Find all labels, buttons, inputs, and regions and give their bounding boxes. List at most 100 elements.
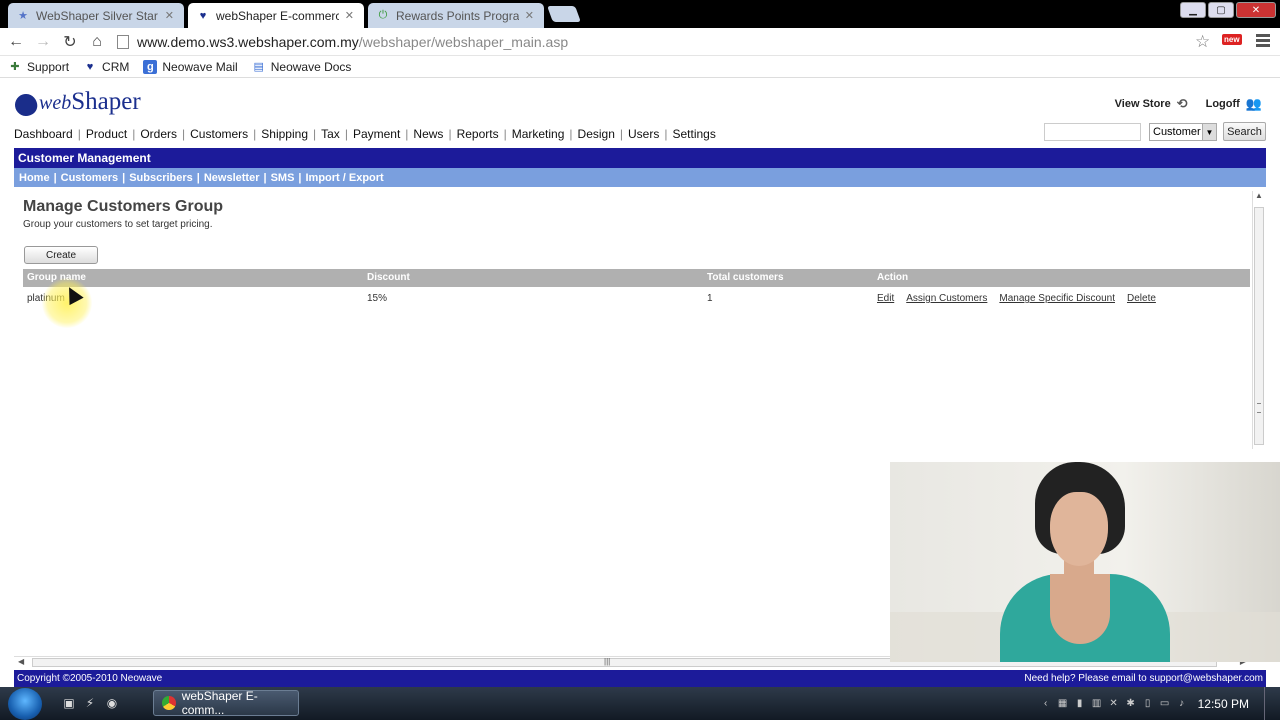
header-links: View Store ⟲ Logoff 👥 — [1115, 96, 1262, 112]
show-desktop-button[interactable] — [1264, 687, 1276, 720]
column-header-action: Action — [877, 272, 909, 283]
nav-users[interactable]: Users — [628, 127, 659, 141]
search-scope-select[interactable]: Customer ▼ — [1149, 123, 1217, 141]
tray-power-icon[interactable]: ▯ — [1141, 697, 1155, 711]
browser-toolbar: ← → ↻ ⌂ www.demo.ws3.webshaper.com.my/we… — [0, 28, 1280, 56]
bookmark-neowave-docs[interactable]: ▤ Neowave Docs — [252, 60, 352, 74]
tab-rewards-points[interactable]: ⏻ Rewards Points Program ✕ — [368, 3, 544, 28]
bookmark-support[interactable]: ✚ Support — [8, 60, 69, 74]
window-close-button[interactable]: ✕ — [1236, 2, 1276, 18]
tab-webshaper-ecommerce[interactable]: ♥ webShaper E-commerce ✕ — [188, 3, 364, 28]
view-store-link[interactable]: View Store — [1115, 98, 1171, 110]
bookmark-crm[interactable]: ♥ CRM — [83, 59, 130, 74]
browser-tab-strip: ★ WebShaper Silver Star Tem ✕ ♥ webShape… — [0, 0, 1280, 28]
tray-volume-icon[interactable]: ♪ — [1175, 697, 1189, 711]
cell-discount: 15% — [367, 293, 388, 304]
nav-marketing[interactable]: Marketing — [512, 127, 565, 141]
nav-payment[interactable]: Payment — [353, 127, 400, 141]
webshaper-icon: ♥ — [199, 9, 207, 22]
users-icon[interactable]: 👥 — [1246, 96, 1262, 112]
delete-link[interactable]: Delete — [1127, 293, 1156, 304]
nav-design[interactable]: Design — [578, 127, 615, 141]
tray-update-icon[interactable]: ✱ — [1124, 697, 1138, 711]
close-icon[interactable]: ✕ — [165, 9, 174, 22]
column-header-total-customers: Total customers — [707, 272, 784, 283]
table-row: platinum 15% 1 Edit Assign Customers Man… — [23, 290, 1250, 308]
nav-orders[interactable]: Orders — [140, 127, 177, 141]
vertical-scrollbar[interactable]: ▲ — [1252, 191, 1264, 449]
star-icon: ★ — [18, 10, 28, 22]
subnav-subscribers[interactable]: Subscribers — [129, 172, 193, 184]
tray-battery-icon[interactable]: ▮ — [1073, 697, 1087, 711]
home-button[interactable]: ⌂ — [87, 32, 107, 52]
nav-product[interactable]: Product — [86, 127, 127, 141]
manage-specific-discount-link[interactable]: Manage Specific Discount — [999, 293, 1115, 304]
nav-customers[interactable]: Customers — [190, 127, 248, 141]
cursor-highlight — [42, 278, 92, 328]
edit-link[interactable]: Edit — [877, 293, 894, 304]
tab-silver-star[interactable]: ★ WebShaper Silver Star Tem ✕ — [8, 3, 184, 28]
windows-taskbar: ▣ ⚡ ◉ webShaper E-comm... ‹ ▦ ▮ ▥ ✕ ✱ ▯ … — [0, 687, 1280, 720]
nav-tax[interactable]: Tax — [321, 127, 340, 141]
taskbar-clock[interactable]: 12:50 PM — [1198, 697, 1249, 711]
start-button[interactable] — [8, 688, 42, 720]
back-button[interactable]: ← — [6, 32, 26, 52]
tray-tools-icon[interactable]: ✕ — [1107, 697, 1121, 711]
reload-button[interactable]: ↻ — [60, 32, 80, 52]
taskbar-window-webshaper[interactable]: webShaper E-comm... — [153, 689, 299, 717]
tab-label: Rewards Points Program — [396, 8, 519, 23]
tray-expand-icon[interactable]: ‹ — [1039, 697, 1053, 711]
bookmark-neowave-mail[interactable]: g Neowave Mail — [143, 59, 238, 74]
page-footer: Copyright ©2005-2010 Neowave Need help? … — [14, 670, 1266, 687]
quicklaunch-icon[interactable]: ⚡ — [82, 695, 98, 711]
forward-button[interactable]: → — [33, 32, 53, 52]
search-button[interactable]: Search — [1223, 122, 1266, 141]
nav-dashboard[interactable]: Dashboard — [14, 127, 73, 141]
page-icon — [117, 35, 129, 49]
tray-display-icon[interactable]: ▭ — [1158, 697, 1172, 711]
create-group-button[interactable]: Create — [24, 246, 98, 264]
nav-shipping[interactable]: Shipping — [261, 127, 308, 141]
logoff-link[interactable]: Logoff — [1206, 98, 1240, 110]
nav-news[interactable]: News — [413, 127, 443, 141]
help-text[interactable]: Need help? Please email to support@websh… — [1024, 673, 1263, 684]
scroll-left-icon[interactable]: ◀ — [18, 657, 24, 666]
presenter-webcam-overlay — [890, 462, 1280, 662]
webshaper-logo[interactable]: webShaper — [11, 88, 141, 120]
tab-label: WebShaper Silver Star Tem — [36, 8, 159, 23]
subnav-import-export[interactable]: Import / Export — [306, 172, 384, 184]
bookmark-label: Neowave Mail — [162, 59, 238, 74]
address-bar[interactable]: www.demo.ws3.webshaper.com.my/webshaper/… — [117, 31, 1217, 53]
subnav-home[interactable]: Home — [19, 172, 50, 184]
tray-app-icon[interactable]: ▦ — [1056, 697, 1070, 711]
bookmarks-bar: ✚ Support ♥ CRM g Neowave Mail ▤ Neowave… — [0, 56, 1280, 78]
extension-button[interactable]: new — [1222, 34, 1242, 45]
bookmark-label: Neowave Docs — [270, 59, 352, 74]
subnav-newsletter[interactable]: Newsletter — [204, 172, 260, 184]
bookmark-label: CRM — [102, 59, 130, 74]
wrench-menu-icon[interactable] — [1256, 34, 1270, 49]
nav-reports[interactable]: Reports — [457, 127, 499, 141]
extension-badge: new — [1222, 34, 1242, 45]
close-icon[interactable]: ✕ — [345, 9, 354, 22]
search-input[interactable] — [1044, 123, 1141, 141]
maximize-button[interactable]: ▢ — [1208, 2, 1234, 18]
page-title: Manage Customers Group — [23, 198, 224, 215]
support-icon: ✚ — [10, 61, 20, 73]
subnav-sms[interactable]: SMS — [271, 172, 295, 184]
section-title: Customer Management — [14, 148, 1266, 168]
tray-network-icon[interactable]: ▥ — [1090, 697, 1104, 711]
view-store-icon[interactable]: ⟲ — [1177, 96, 1188, 112]
chrome-quicklaunch-icon[interactable]: ◉ — [104, 695, 120, 711]
tab-label: webShaper E-commerce — [216, 8, 339, 23]
close-icon[interactable]: ✕ — [525, 9, 534, 22]
scroll-up-icon[interactable]: ▲ — [1255, 191, 1263, 200]
crm-icon: ♥ — [86, 60, 94, 73]
nav-settings[interactable]: Settings — [672, 127, 715, 141]
minimize-button[interactable]: ▁ — [1180, 2, 1206, 18]
show-desktop-icon[interactable]: ▣ — [61, 695, 77, 711]
new-tab-button[interactable] — [547, 6, 581, 22]
subnav-customers[interactable]: Customers — [61, 172, 118, 184]
assign-customers-link[interactable]: Assign Customers — [906, 293, 987, 304]
bookmark-star-icon[interactable]: ☆ — [1195, 32, 1210, 52]
